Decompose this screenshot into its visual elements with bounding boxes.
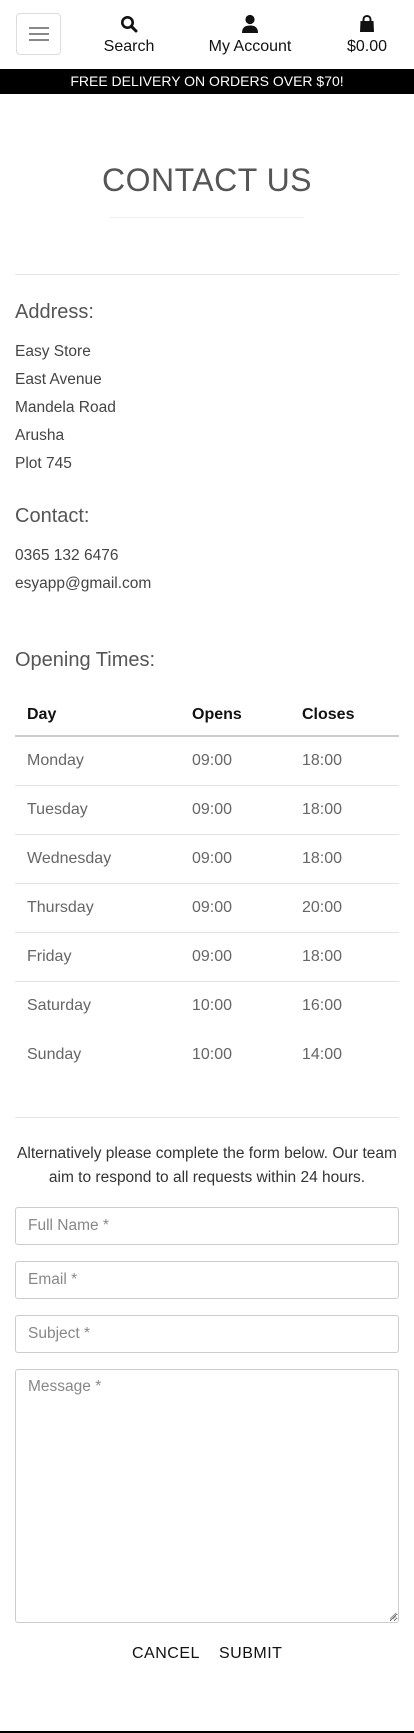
- address-line: Arusha: [15, 427, 65, 444]
- address-line: Plot 745: [15, 455, 72, 472]
- table-row: Saturday 10:00 16:00: [15, 980, 399, 1030]
- day-cell: Sunday: [27, 1045, 82, 1063]
- closes-cell: 18:00: [290, 833, 399, 883]
- section-divider: [15, 1117, 399, 1118]
- hamburger-icon: [29, 27, 49, 29]
- opening-times-heading: Opening Times:: [15, 649, 156, 671]
- day-cell: Friday: [15, 931, 180, 981]
- opens-cell: 09:00: [192, 751, 233, 769]
- opens-cell: 10:00: [192, 1045, 233, 1063]
- table-row: Wednesday 09:00 18:00: [15, 833, 399, 883]
- page-title: CONTACT US: [101, 162, 313, 198]
- day-cell: Thursday: [15, 882, 180, 932]
- email-input[interactable]: [15, 1261, 399, 1299]
- opens-cell: 09:00: [180, 784, 290, 834]
- address-line: Mandela Road: [15, 399, 116, 416]
- account-nav-label: My Account: [208, 38, 292, 55]
- table-row: Tuesday 09:00 18:00: [15, 784, 399, 834]
- bag-total: $0.00: [346, 38, 388, 55]
- column-header-day: Day: [15, 694, 180, 737]
- shopping-bag-icon: [360, 14, 374, 32]
- table-row: Thursday 09:00 20:00: [15, 882, 399, 932]
- contact-heading: Contact:: [15, 505, 90, 527]
- submit-button[interactable]: SUBMIT: [219, 1645, 282, 1663]
- full-name-input[interactable]: [15, 1207, 399, 1245]
- message-textarea[interactable]: [15, 1369, 399, 1623]
- address-heading: Address:: [15, 301, 94, 323]
- search-nav-label: Search: [103, 38, 155, 55]
- opens-cell: 09:00: [180, 931, 290, 981]
- opens-cell: 09:00: [180, 882, 290, 932]
- table-header-row: Day Opens Closes: [15, 694, 399, 737]
- user-icon: [242, 14, 258, 33]
- subject-input[interactable]: [15, 1315, 399, 1353]
- closes-cell: 18:00: [290, 931, 399, 981]
- table-row: Friday 09:00 18:00: [15, 931, 399, 981]
- closes-cell: 18:00: [302, 751, 343, 769]
- free-delivery-banner: FREE DELIVERY ON ORDERS OVER $70!: [0, 69, 414, 94]
- contact-phone[interactable]: 0365 132 6476: [15, 547, 118, 565]
- column-header-closes: Closes: [290, 694, 399, 737]
- closes-cell: 20:00: [290, 882, 399, 932]
- search-icon: [121, 16, 138, 33]
- address-line: Easy Store: [15, 343, 91, 360]
- account-nav-link[interactable]: My Account: [200, 14, 300, 56]
- address-line: East Avenue: [15, 371, 102, 388]
- day-cell: Saturday: [15, 980, 180, 1030]
- table-row: Monday 09:00 18:00: [15, 736, 399, 785]
- day-cell: Tuesday: [15, 784, 180, 834]
- closes-cell: 14:00: [302, 1045, 343, 1063]
- top-navbar: Search My Account $0.00: [0, 0, 414, 69]
- opens-cell: 10:00: [180, 980, 290, 1030]
- resize-grip-icon[interactable]: [389, 1612, 397, 1620]
- closes-cell: 18:00: [290, 784, 399, 834]
- contact-email[interactable]: esyapp@gmail.com: [15, 575, 151, 593]
- table-row: Sunday 10:00 14:00: [15, 1030, 399, 1079]
- closes-cell: 16:00: [290, 980, 399, 1030]
- search-nav-link[interactable]: Search: [96, 14, 162, 56]
- section-divider: [15, 274, 399, 275]
- opens-cell: 09:00: [180, 833, 290, 883]
- day-cell: Wednesday: [15, 833, 180, 883]
- day-cell: Monday: [27, 751, 84, 769]
- title-divider: [110, 217, 304, 218]
- shopping-bag-link[interactable]: $0.00: [338, 14, 396, 56]
- form-intro-text: Alternatively please complete the form b…: [17, 1145, 397, 1186]
- opening-times-table: Day Opens Closes Monday 09:00 18:00 Tues…: [15, 694, 399, 1079]
- cancel-button[interactable]: CANCEL: [132, 1645, 200, 1663]
- menu-toggle-button[interactable]: [16, 13, 61, 55]
- column-header-opens: Opens: [180, 694, 290, 737]
